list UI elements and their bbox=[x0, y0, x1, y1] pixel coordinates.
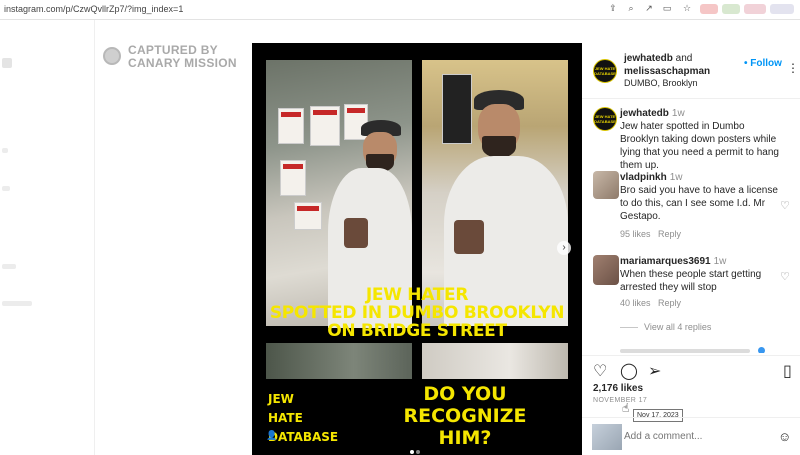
photo-bottom-right bbox=[422, 343, 568, 379]
avatar[interactable] bbox=[593, 255, 619, 285]
post-authors: jewhatedb and melissaschapman bbox=[624, 52, 710, 78]
logo-line: JEW bbox=[268, 392, 294, 406]
url-text[interactable]: instagram.com/p/CzwQvllrZp7/?img_index=1 bbox=[4, 4, 183, 14]
canary-logo-icon bbox=[103, 47, 121, 65]
follow-button[interactable]: • Follow bbox=[744, 58, 782, 69]
avatar-text: JEW HATE DATABASE bbox=[594, 114, 616, 124]
likes-count[interactable]: 2,176 likes bbox=[593, 383, 643, 394]
logo-line: HATE bbox=[268, 411, 303, 425]
reply-button[interactable]: Reply bbox=[658, 298, 681, 308]
post-date[interactable]: NOVEMBER 17 bbox=[593, 397, 647, 404]
comment-meta: 40 likes Reply bbox=[620, 298, 681, 308]
extension-icon[interactable]: ▭ bbox=[661, 3, 673, 14]
extension-chip[interactable] bbox=[722, 4, 740, 14]
headline-line: SPOTTED IN DUMBO BROOKLYN bbox=[269, 303, 565, 323]
partial-comment-row bbox=[620, 345, 790, 353]
caption-text: jewhatedb 1w Jew hater spotted in Dumbo B… bbox=[620, 107, 780, 172]
profile-chip[interactable] bbox=[770, 4, 794, 14]
extension-chip[interactable] bbox=[700, 4, 718, 14]
cta-line: RECOGNIZE bbox=[403, 405, 527, 427]
next-arrow-icon[interactable]: › bbox=[557, 241, 571, 255]
canary-mission-watermark: CAPTURED BY CANARY MISSION bbox=[103, 44, 248, 74]
install-icon[interactable]: ⇪ bbox=[607, 3, 619, 14]
carousel-dots bbox=[410, 441, 422, 455]
watermark-line: CANARY MISSION bbox=[128, 56, 237, 70]
watermark-text: CAPTURED BY CANARY MISSION bbox=[128, 44, 237, 70]
beard bbox=[482, 136, 516, 158]
posters-in-hand bbox=[454, 220, 484, 254]
post-image[interactable]: › JEW HATER SPOTTED IN DUMBO BROOKLYN ON… bbox=[252, 43, 582, 455]
photo-bottom-left bbox=[266, 343, 412, 379]
reply-button[interactable]: Reply bbox=[658, 229, 681, 239]
comment-username[interactable]: vladpinkh bbox=[620, 172, 667, 183]
coauthor-link[interactable]: melissaschapman bbox=[624, 66, 710, 77]
hand-cursor-icon: ☝ bbox=[622, 401, 630, 415]
poster bbox=[442, 74, 472, 144]
comment-likes[interactable]: 95 likes bbox=[620, 229, 651, 239]
comment-meta: 95 likes Reply bbox=[620, 229, 681, 239]
like-comment-icon[interactable]: ♡ bbox=[780, 199, 790, 212]
call-to-action-text: DO YOU RECOGNIZE HIM? bbox=[390, 383, 540, 449]
nav-ghost bbox=[2, 186, 10, 191]
nav-ghost bbox=[2, 58, 12, 68]
comment-username[interactable]: jewhatedb bbox=[620, 108, 669, 119]
view-replies-button[interactable]: View all 4 replies bbox=[620, 322, 711, 332]
avatar[interactable]: JEW HATE DATABASE bbox=[593, 107, 617, 131]
avatar[interactable] bbox=[593, 171, 619, 199]
left-nav-rail bbox=[0, 20, 95, 455]
add-comment-row: ☺ bbox=[582, 417, 800, 455]
emoji-icon[interactable]: ☺ bbox=[778, 429, 791, 444]
post-side-panel: JEW HATE DATABASE jewhatedb and melissas… bbox=[582, 43, 800, 455]
comment-username[interactable]: mariamarques3691 bbox=[620, 256, 711, 267]
avatar[interactable]: JEW HATE DATABASE bbox=[593, 59, 617, 83]
post-headline: JEW HATER SPOTTED IN DUMBO BROOKLYN ON B… bbox=[252, 286, 582, 340]
jew-hate-database-logo: JEW HATE DATABASE bbox=[268, 390, 338, 447]
add-comment-input[interactable] bbox=[624, 431, 764, 442]
comment-likes[interactable]: 40 likes bbox=[620, 298, 651, 308]
share-send-icon[interactable]: ➢ bbox=[648, 361, 661, 381]
nav-ghost bbox=[2, 264, 16, 269]
like-comment-icon[interactable]: ♡ bbox=[780, 270, 790, 283]
comment-text: mariamarques3691 1w When these people sta… bbox=[620, 255, 780, 294]
share-icon[interactable]: ↗ bbox=[643, 3, 655, 14]
comment-body: When these people start getting arrested… bbox=[620, 269, 762, 293]
browser-address-bar[interactable]: instagram.com/p/CzwQvllrZp7/?img_index=1… bbox=[0, 0, 800, 20]
like-heart-icon[interactable]: ♡ bbox=[593, 361, 607, 381]
headline-line: ON BRIDGE STREET bbox=[327, 321, 507, 341]
extension-chip[interactable] bbox=[744, 4, 766, 14]
comment-bubble-icon[interactable]: ◯ bbox=[620, 361, 638, 381]
carousel-dot-active bbox=[410, 450, 414, 454]
headline-line: JEW HATER bbox=[365, 285, 469, 305]
comment-time[interactable]: 1w bbox=[714, 256, 727, 267]
tagged-people-icon[interactable]: 👤 bbox=[266, 430, 277, 441]
comment-text: vladpinkh 1w Bro said you have to have a … bbox=[620, 171, 780, 223]
cta-line: DO YOU bbox=[423, 383, 507, 405]
avatar-text: JEW HATE DATABASE bbox=[594, 66, 616, 76]
carousel-dot bbox=[416, 450, 420, 454]
post-actions: ♡ ◯ ➢ ▯ 2,176 likes NOVEMBER 17 ☝ Nov 17… bbox=[582, 355, 800, 455]
comment-time[interactable]: 1w bbox=[670, 172, 683, 183]
more-options-icon[interactable]: ⋮ bbox=[787, 61, 799, 75]
authors-joiner: and bbox=[672, 53, 693, 64]
comment-time[interactable]: 1w bbox=[672, 108, 685, 119]
post-header: JEW HATE DATABASE jewhatedb and melissas… bbox=[582, 43, 800, 99]
zoom-icon[interactable]: ⌕ bbox=[625, 3, 637, 14]
poster bbox=[280, 160, 306, 196]
logo-line: DATABASE bbox=[268, 430, 339, 444]
nav-ghost bbox=[2, 148, 8, 153]
bookmark-star-icon[interactable]: ☆ bbox=[681, 3, 693, 14]
save-bookmark-icon[interactable]: ▯ bbox=[783, 361, 792, 381]
comment-body: Bro said you have to have a license to d… bbox=[620, 185, 778, 222]
current-user-avatar bbox=[592, 424, 622, 450]
location-link[interactable]: DUMBO, Brooklyn bbox=[624, 78, 698, 88]
poster bbox=[278, 108, 304, 144]
nav-ghost bbox=[2, 301, 32, 306]
comment-body: Jew hater spotted in Dumbo Brooklyn taki… bbox=[620, 121, 779, 171]
posters-in-hand bbox=[344, 218, 368, 248]
poster bbox=[294, 202, 322, 230]
poster bbox=[310, 106, 340, 146]
author-link[interactable]: jewhatedb bbox=[624, 53, 673, 64]
